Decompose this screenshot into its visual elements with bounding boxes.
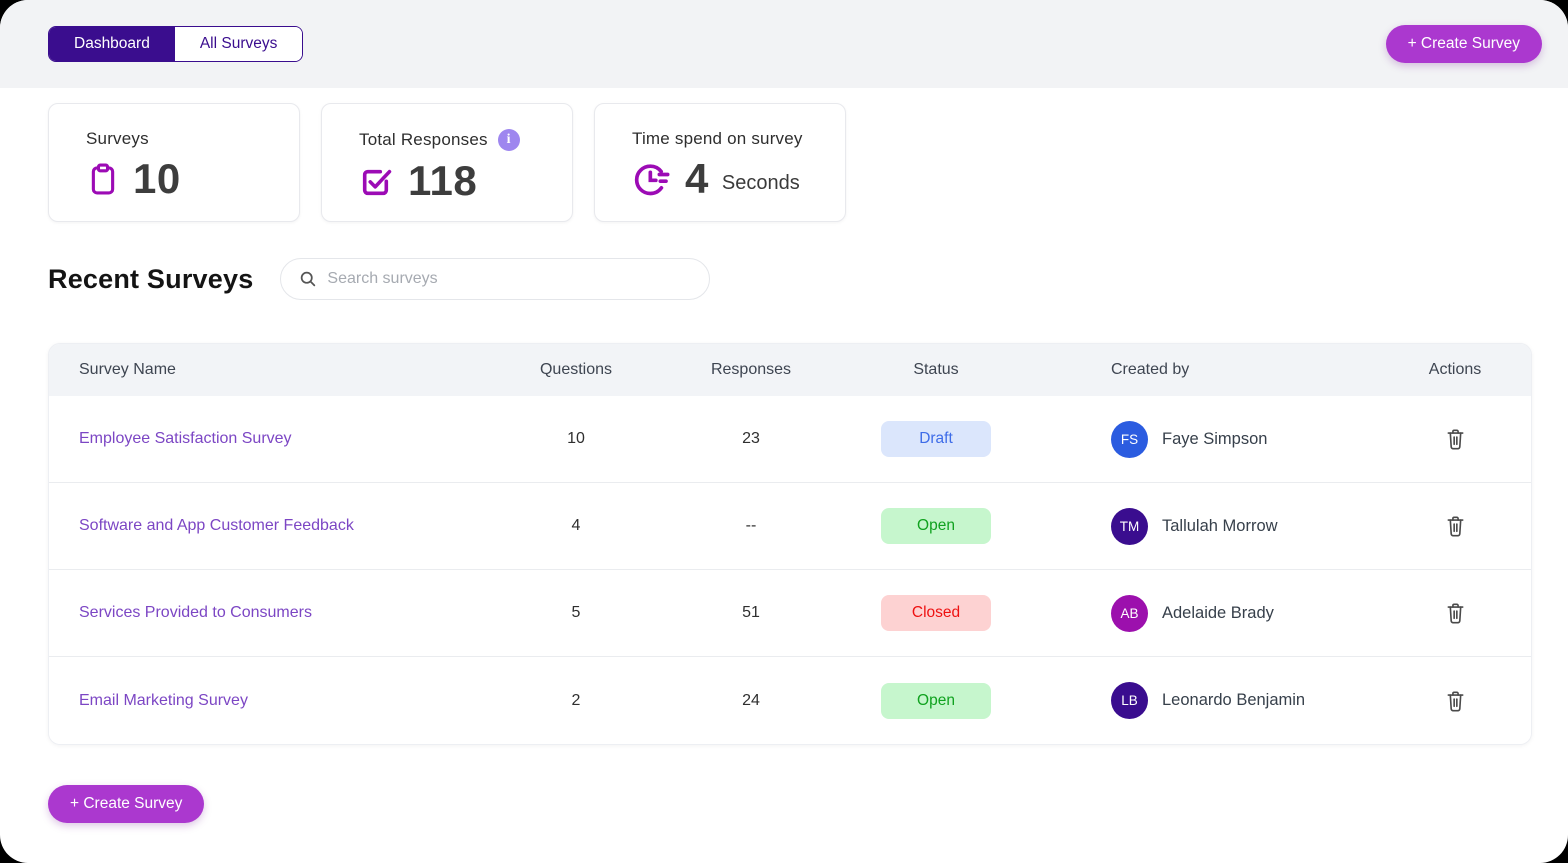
clipboard-icon: [86, 162, 120, 196]
responses-count: --: [683, 517, 819, 535]
surveys-table: Survey Name Questions Responses Status C…: [48, 343, 1532, 745]
stat-card-time-spend: Time spend on survey 4 Seconds: [594, 103, 846, 222]
creator-name: Adelaide Brady: [1162, 604, 1274, 623]
table-row: Services Provided to Consumers551 Closed A…: [49, 570, 1531, 657]
stat-unit: Seconds: [722, 172, 800, 195]
tab-all-surveys[interactable]: All Surveys: [175, 27, 303, 61]
creator-name: Leonardo Benjamin: [1162, 691, 1305, 710]
avatar: AB: [1111, 595, 1148, 632]
column-header-responses: Responses: [683, 361, 819, 379]
stat-value-responses: 118: [408, 157, 477, 205]
clock-icon: [632, 159, 672, 199]
column-header-created-by: Created by: [1053, 361, 1379, 379]
questions-count: 4: [469, 517, 683, 535]
create-survey-button-top[interactable]: + Create Survey: [1386, 25, 1542, 63]
trash-icon: [1444, 426, 1467, 452]
creator-name: Tallulah Morrow: [1162, 517, 1278, 536]
questions-count: 5: [469, 604, 683, 622]
info-icon[interactable]: i: [498, 129, 520, 151]
creator-name: Faye Simpson: [1162, 430, 1267, 449]
delete-survey-button[interactable]: [1442, 511, 1469, 541]
stat-value-time: 4: [685, 155, 709, 203]
survey-name-link[interactable]: Software and App Customer Feedback: [49, 517, 469, 535]
delete-survey-button[interactable]: [1442, 598, 1469, 628]
responses-count: 51: [683, 604, 819, 622]
search-input[interactable]: [327, 270, 695, 288]
column-header-survey-name: Survey Name: [49, 361, 469, 379]
table-row: Software and App Customer Feedback4-- Ope…: [49, 483, 1531, 570]
survey-name-link[interactable]: Employee Satisfaction Survey: [49, 430, 469, 448]
avatar: LB: [1111, 682, 1148, 719]
questions-count: 10: [469, 430, 683, 448]
table-body: Employee Satisfaction Survey1023 Draft FS F…: [49, 396, 1531, 744]
stat-card-surveys: Surveys 10: [48, 103, 300, 222]
questions-count: 2: [469, 692, 683, 710]
page-title: Recent Surveys: [48, 264, 253, 295]
column-header-questions: Questions: [469, 361, 683, 379]
status-badge: Open: [881, 683, 991, 719]
trash-icon: [1444, 600, 1467, 626]
create-survey-button-bottom[interactable]: + Create Survey: [48, 785, 204, 823]
status-badge: Closed: [881, 595, 991, 631]
status-badge: Open: [881, 508, 991, 544]
view-tabs: Dashboard All Surveys: [48, 26, 303, 62]
avatar: TM: [1111, 508, 1148, 545]
search-box[interactable]: [280, 258, 710, 300]
tab-dashboard[interactable]: Dashboard: [49, 27, 175, 61]
table-row: Email Marketing Survey224 Open LB Leonardo …: [49, 657, 1531, 744]
survey-name-link[interactable]: Services Provided to Consumers: [49, 604, 469, 622]
top-bar: Dashboard All Surveys + Create Survey: [0, 0, 1568, 88]
column-header-actions: Actions: [1379, 361, 1531, 379]
status-badge: Draft: [881, 421, 991, 457]
column-header-status: Status: [819, 361, 1053, 379]
stat-label: Surveys: [86, 129, 299, 149]
trash-icon: [1444, 688, 1467, 714]
stat-cards: Surveys 10 Total Responses i: [48, 103, 1520, 222]
avatar: FS: [1111, 421, 1148, 458]
search-icon: [298, 269, 318, 289]
responses-count: 23: [683, 430, 819, 448]
stat-card-total-responses: Total Responses i 118: [321, 103, 573, 222]
checkbox-check-icon: [359, 163, 395, 199]
delete-survey-button[interactable]: [1442, 686, 1469, 716]
survey-name-link[interactable]: Email Marketing Survey: [49, 692, 469, 710]
stat-label: Total Responses: [359, 130, 488, 150]
survey-dashboard-page: Dashboard All Surveys + Create Survey Su…: [0, 0, 1568, 863]
main-content: Surveys 10 Total Responses i: [0, 103, 1568, 823]
responses-count: 24: [683, 692, 819, 710]
table-row: Employee Satisfaction Survey1023 Draft FS F…: [49, 396, 1531, 483]
delete-survey-button[interactable]: [1442, 424, 1469, 454]
stat-label: Time spend on survey: [632, 129, 845, 149]
table-header: Survey Name Questions Responses Status C…: [49, 344, 1531, 396]
stat-value-surveys: 10: [133, 155, 181, 203]
trash-icon: [1444, 513, 1467, 539]
